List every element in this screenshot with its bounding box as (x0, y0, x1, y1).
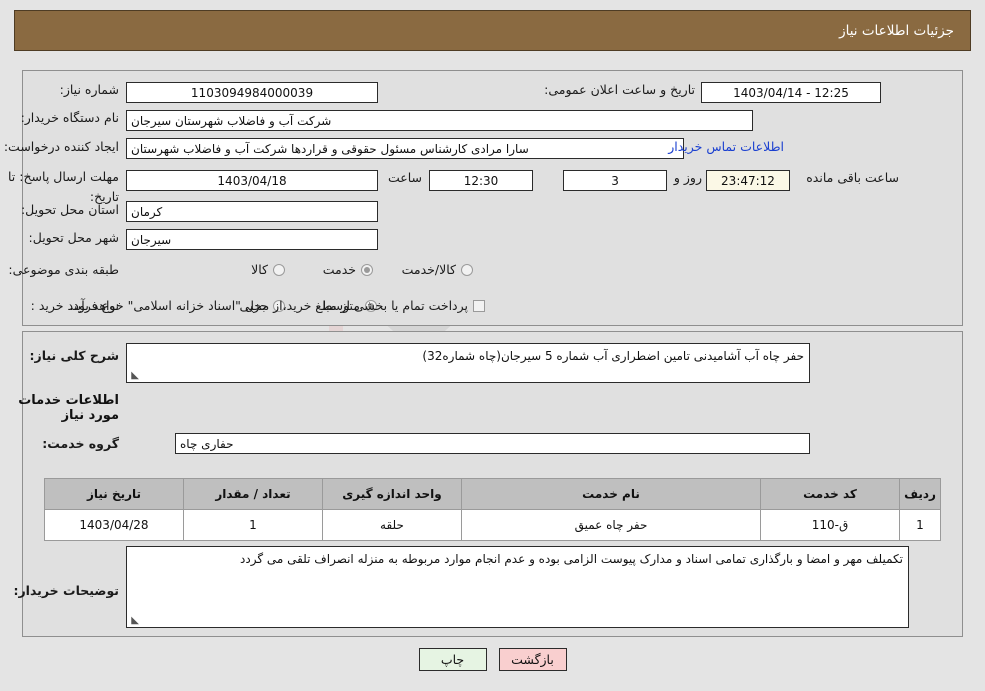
description-value: حفر چاه آب آشامیدنی تامین اضطراری آب شما… (422, 349, 804, 363)
city-field[interactable]: سیرجان (126, 229, 378, 250)
need-number-value: 1103094984000039 (190, 85, 314, 100)
page-root: جزئیات اطلاعات نیاز AriaTender.net شماره… (0, 0, 985, 691)
back-button[interactable]: بازگشت (498, 648, 567, 671)
need-summary-panel (22, 70, 963, 326)
buyer-org-value: شرکت آب و فاضلاب شهرستان سیرجان (131, 113, 332, 128)
city-value: سیرجان (131, 232, 172, 247)
page-header: جزئیات اطلاعات نیاز (14, 10, 971, 51)
cell-service-name: حفر چاه عمیق (461, 509, 761, 541)
buyer-notes-label-row: توضیحات خریدار: (13, 583, 119, 600)
deadline-date-value: 1403/04/18 (217, 173, 287, 188)
resize-grip-icon-notes[interactable]: ◣ (129, 616, 139, 626)
table-row: 1 ق-110 حفر چاه عمیق حلقه 1 1403/04/28 (44, 509, 941, 541)
service-group-field[interactable]: حفاری چاه (175, 433, 810, 454)
category-option-0-label: کالا (251, 262, 268, 277)
buyer-contact-link[interactable]: اطلاعات تماس خریدار (663, 139, 789, 154)
resize-grip-icon[interactable]: ◣ (129, 371, 139, 381)
cell-row-number: 1 (899, 509, 941, 541)
announce-label-row: تاریخ و ساعت اعلان عمومی: (544, 82, 695, 99)
col-need-date: تاریخ نیاز (44, 478, 184, 510)
col-row-number: ردیف (899, 478, 941, 510)
service-group-label-row: گروه خدمت: (42, 436, 119, 453)
col-service-code: کد خدمت (760, 478, 900, 510)
page-title: جزئیات اطلاعات نیاز (839, 22, 954, 39)
buyer-org-label: نام دستگاه خریدار: (20, 110, 119, 125)
buyer-org-label-row: نام دستگاه خریدار: (21, 110, 119, 127)
requester-field[interactable]: سارا مرادی کارشناس مسئول حقوقی و قراردها… (126, 138, 684, 159)
deadline-time-field[interactable]: 12:30 (429, 170, 533, 191)
category-option-1-label: خدمت (322, 262, 356, 277)
deadline-time-label: ساعت (387, 170, 422, 185)
description-label: شرح کلی نیاز: (29, 348, 119, 363)
table-header-row: ردیف کد خدمت نام خدمت واحد اندازه گیری ت… (44, 478, 941, 510)
col-unit: واحد اندازه گیری (322, 478, 462, 510)
treasury-row[interactable]: پرداخت تمام یا بخشی از مبلغ خرید،از محل … (64, 298, 485, 313)
buyer-notes-label: توضیحات خریدار: (13, 583, 119, 598)
category-label-row: طبقه بندی موضوعی: (8, 262, 119, 279)
cell-service-code: ق-110 (760, 509, 900, 541)
treasury-text: پرداخت تمام یا بخشی از مبلغ خرید،از محل … (69, 298, 468, 313)
announce-datetime-field[interactable]: 12:25 - 1403/04/14 (701, 82, 881, 103)
col-service-name: نام خدمت (461, 478, 761, 510)
remaining-days-label: روز و (673, 170, 702, 185)
contact-link-row[interactable]: اطلاعات تماس خریدار (663, 139, 789, 154)
category-option-2-label: کالا/خدمت (401, 262, 456, 277)
description-textarea[interactable]: حفر چاه آب آشامیدنی تامین اضطراری آب شما… (126, 343, 810, 383)
requester-label: ایجاد کننده درخواست: (3, 139, 119, 154)
province-field[interactable]: کرمان (126, 201, 378, 222)
services-table: ردیف کد خدمت نام خدمت واحد اندازه گیری ت… (44, 478, 941, 541)
deadline-label: مهلت ارسال پاسخ: تا تاریخ: (8, 169, 119, 204)
category-option-1[interactable]: خدمت (309, 262, 373, 277)
province-label-row: استان محل تحویل: (21, 202, 119, 219)
description-label-row: شرح کلی نیاز: (30, 348, 119, 365)
radio-category-2[interactable] (461, 263, 473, 276)
deadline-date-field[interactable]: 1403/04/18 (126, 170, 378, 191)
print-button[interactable]: چاپ (418, 648, 487, 671)
service-group-value: حفاری چاه (180, 436, 234, 451)
cell-quantity: 1 (183, 509, 323, 541)
remaining-days-value: 3 (611, 173, 619, 188)
deadline-time-value: 12:30 (463, 173, 499, 188)
col-quantity: تعداد / مقدار (183, 478, 323, 510)
need-number-label: شماره نیاز: (59, 82, 119, 97)
category-label: طبقه بندی موضوعی: (8, 262, 119, 277)
services-section-title: اطلاعات خدمات مورد نیاز (18, 393, 119, 423)
requester-label-row: ایجاد کننده درخواست: (4, 139, 119, 156)
treasury-checkbox[interactable] (473, 299, 485, 312)
city-label-row: شهر محل تحویل: (29, 230, 119, 247)
province-value: کرمان (131, 204, 163, 219)
service-group-label: گروه خدمت: (42, 436, 119, 451)
buyer-org-field[interactable]: شرکت آب و فاضلاب شهرستان سیرجان (126, 110, 753, 131)
buyer-notes-textarea[interactable]: تکمیلف مهر و امضا و بارگذاری تمامی اسناد… (126, 546, 909, 628)
requester-value: سارا مرادی کارشناس مسئول حقوقی و قراردها… (131, 141, 529, 156)
cell-unit: حلقه (322, 509, 462, 541)
remaining-days-field[interactable]: 3 (563, 170, 667, 191)
action-buttons: بازگشت چاپ (0, 648, 985, 671)
deadline-time-label-row: ساعت (388, 170, 422, 187)
radio-category-0[interactable] (273, 263, 285, 276)
cell-need-date: 1403/04/28 (44, 509, 184, 541)
countdown-label-row: ساعت باقی مانده (806, 170, 899, 187)
countdown-label: ساعت باقی مانده (806, 170, 899, 185)
deadline-label-row: مهلت ارسال پاسخ: تا تاریخ: (7, 166, 119, 206)
announce-datetime-value: 12:25 - 1403/04/14 (733, 85, 849, 100)
services-table-wrap: ردیف کد خدمت نام خدمت واحد اندازه گیری ت… (44, 478, 941, 541)
category-option-0[interactable]: کالا (237, 262, 285, 277)
category-option-2[interactable]: کالا/خدمت (388, 262, 473, 277)
province-label: استان محل تحویل: (20, 202, 119, 217)
countdown-value: 23:47:12 (721, 173, 775, 188)
radio-category-1[interactable] (361, 263, 373, 276)
announce-datetime-label: تاریخ و ساعت اعلان عمومی: (544, 82, 695, 97)
countdown-field[interactable]: 23:47:12 (706, 170, 790, 191)
need-number-label-row: شماره نیاز: (60, 82, 119, 99)
buyer-notes-value: تکمیلف مهر و امضا و بارگذاری تمامی اسناد… (240, 552, 903, 566)
city-label: شهر محل تحویل: (28, 230, 119, 245)
need-number-field[interactable]: 1103094984000039 (126, 82, 378, 103)
remaining-days-label-row: روز و (674, 170, 702, 187)
